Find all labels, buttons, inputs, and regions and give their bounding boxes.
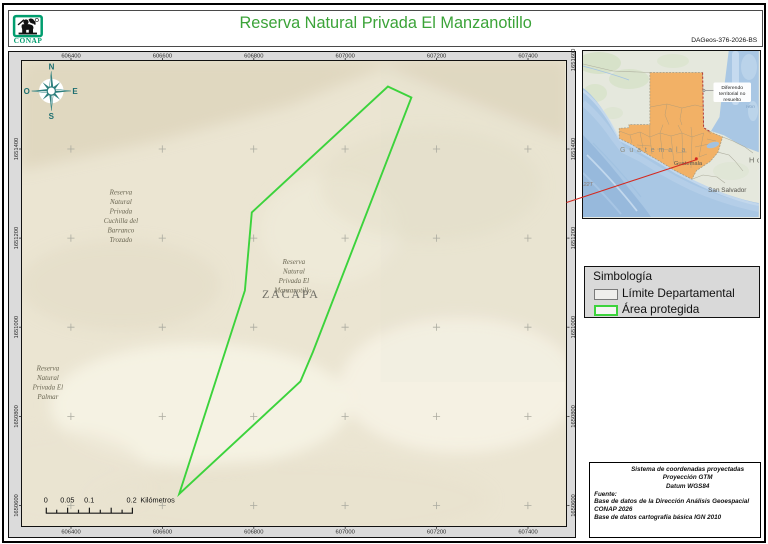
svg-text:S: S: [48, 112, 54, 121]
svg-text:0.1: 0.1: [84, 495, 94, 504]
svg-text:N: N: [48, 62, 54, 71]
svg-text:Privada El: Privada El: [31, 383, 63, 391]
svg-text:Privada: Privada: [108, 207, 132, 215]
svg-text:Reserva: Reserva: [281, 258, 305, 266]
svg-text:Natural: Natural: [109, 197, 132, 205]
svg-text:O: O: [23, 86, 29, 95]
svg-text:resuelto: resuelto: [724, 98, 742, 104]
svg-text:0.2: 0.2: [126, 495, 136, 504]
svg-text:Guatemala: Guatemala: [620, 147, 689, 154]
svg-text:Cuchilla del: Cuchilla del: [103, 216, 137, 224]
svg-text:Ho: Ho: [749, 156, 759, 165]
svg-text:Guatemala: Guatemala: [674, 161, 703, 167]
svg-text:ZACAPA: ZACAPA: [262, 287, 320, 301]
svg-text:Reserva: Reserva: [35, 364, 59, 372]
svg-text:0: 0: [43, 495, 47, 504]
svg-text:Privada El: Privada El: [277, 277, 309, 285]
svg-text:Barranco: Barranco: [107, 226, 134, 234]
svg-text:CONAP: CONAP: [13, 36, 42, 45]
svg-text:Natural: Natural: [282, 267, 305, 275]
svg-text:Natural: Natural: [36, 373, 59, 381]
svg-text:Trozado: Trozado: [109, 235, 132, 243]
svg-text:San Salvador: San Salvador: [708, 187, 747, 194]
svg-text:Kilómetros: Kilómetros: [140, 495, 175, 504]
svg-text:Palmar: Palmar: [36, 392, 58, 400]
svg-text:Reserva: Reserva: [108, 188, 132, 196]
svg-text:E: E: [72, 86, 78, 95]
svg-text:Hon: Hon: [746, 104, 755, 110]
svg-text:22T: 22T: [583, 182, 594, 188]
svg-text:0.05: 0.05: [60, 495, 74, 504]
